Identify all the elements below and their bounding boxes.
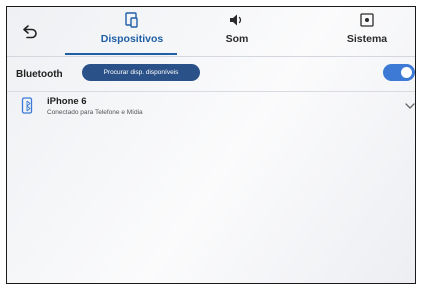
back-arrow-icon [23, 25, 37, 39]
device-status: Conectado para Telefone e Mídia [47, 109, 143, 116]
bluetooth-label: Bluetooth [16, 69, 63, 80]
phone-screen-icon [125, 11, 139, 29]
app-window: Dispositivos Som Sistema Bluetooth Procu… [6, 6, 416, 284]
chevron-down-icon[interactable] [405, 102, 415, 110]
top-navigation-bar: Dispositivos Som Sistema [7, 7, 415, 59]
row-divider [7, 91, 415, 92]
bluetooth-row: Bluetooth Procurar disp. disponíveis [7, 61, 415, 89]
tab-devices-label: Dispositivos [100, 33, 164, 45]
tab-system-label: Sistema [346, 33, 388, 45]
tab-sound-label: Som [225, 33, 249, 45]
device-name: iPhone 6 [47, 96, 87, 107]
device-list-item[interactable]: iPhone 6 Conectado para Telefone e Mídia [7, 93, 415, 123]
header-divider [7, 56, 415, 57]
bluetooth-toggle[interactable] [383, 64, 415, 81]
tab-sound[interactable]: Som [207, 11, 267, 55]
toggle-knob [401, 67, 412, 78]
active-tab-indicator [65, 53, 177, 55]
back-button[interactable] [17, 19, 43, 45]
search-devices-button[interactable]: Procurar disp. disponíveis [82, 64, 200, 81]
system-settings-icon [360, 11, 374, 29]
speaker-icon [229, 11, 245, 29]
tab-devices[interactable]: Dispositivos [87, 11, 177, 55]
phone-icon [21, 97, 33, 114]
tab-system[interactable]: Sistema [332, 11, 402, 55]
